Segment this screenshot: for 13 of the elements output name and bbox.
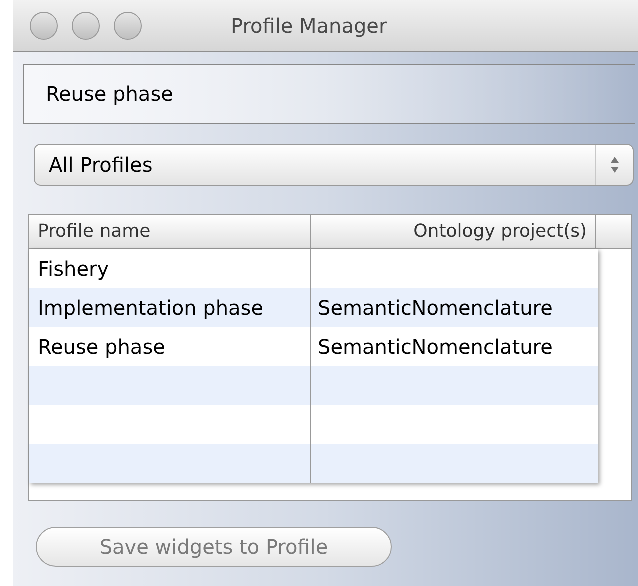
table-cell-text: Implementation phase bbox=[38, 294, 264, 322]
column-header[interactable]: Ontology project(s) bbox=[311, 215, 596, 248]
window-control-button[interactable] bbox=[114, 12, 142, 40]
table-cell-text: Reuse phase bbox=[38, 334, 166, 360]
window-control-button[interactable] bbox=[72, 12, 100, 40]
window-control-button[interactable] bbox=[30, 12, 58, 40]
table-cell-text: SemanticNomenclature bbox=[318, 294, 553, 322]
filter-dropdown[interactable]: All Profiles bbox=[34, 144, 634, 186]
window-title: Profile Manager bbox=[231, 12, 388, 40]
column-header[interactable]: Profile name bbox=[29, 215, 311, 248]
table-cell-text: Fishery bbox=[38, 256, 110, 282]
profile-name-field[interactable]: Reuse phase bbox=[23, 64, 635, 124]
table-cell-text: SemanticNomenclature bbox=[318, 334, 553, 360]
